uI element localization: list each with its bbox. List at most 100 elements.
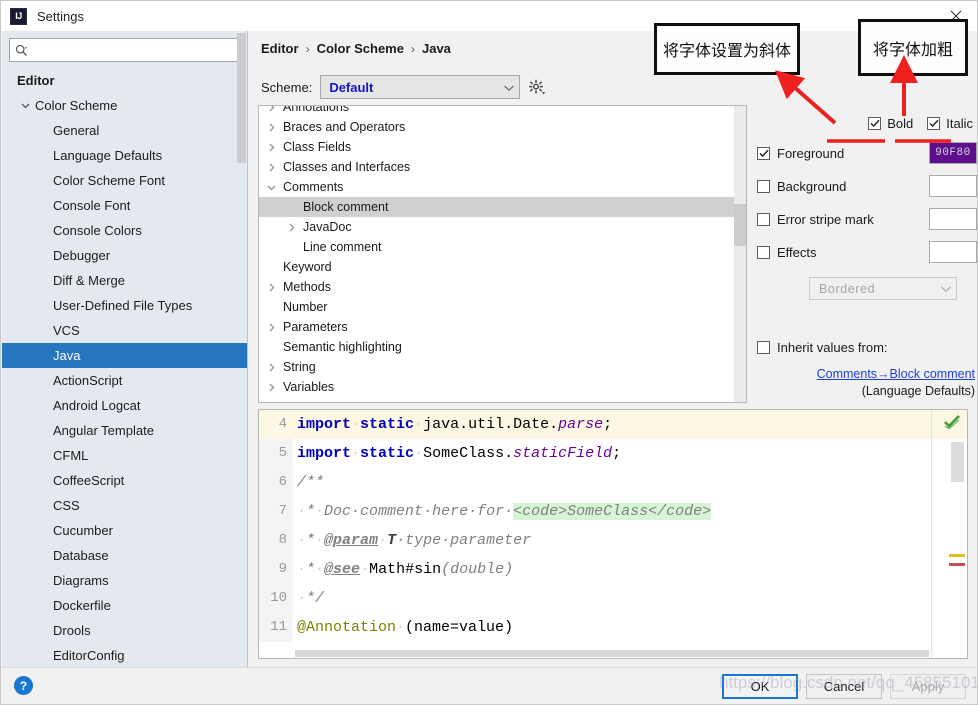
chevron-right-icon[interactable] [263,282,279,293]
error-stripe-error[interactable] [949,563,965,566]
editor-horizontal-scrollbar[interactable] [295,650,929,657]
attribute-row-block-comment[interactable]: Block comment [259,197,734,217]
chevron-right-icon[interactable] [263,142,279,153]
attribute-row-javadoc[interactable]: JavaDoc [259,217,734,237]
attribute-row-line-comment[interactable]: Line comment [259,237,734,257]
sidebar-item-vcs[interactable]: VCS [2,318,247,343]
code-token: java.util.Date. [423,416,559,433]
sidebar-item-color-scheme-font[interactable]: Color Scheme Font [2,168,247,193]
sidebar-item-user-defined-file-types[interactable]: User-Defined File Types [2,293,247,318]
attributes-scrollbar-track[interactable] [734,106,746,402]
option-row-effects: Effects [757,241,977,263]
attribute-row-variables[interactable]: Variables [259,377,734,397]
attribute-row-string[interactable]: String [259,357,734,377]
code-line[interactable]: 10 ·*/ [259,584,931,613]
code-token: · [414,445,424,462]
code-line[interactable]: 5 import·static·SomeClass.staticField; [259,439,931,468]
attribute-row-label: Variables [283,380,335,394]
sidebar-item-language-defaults[interactable]: Language Defaults [2,143,247,168]
code-line[interactable]: 7 ·*·Doc·comment·here·for·<code>SomeClass… [259,497,931,526]
sidebar-item-label: Console Font [53,198,131,213]
attribute-row-class-fields[interactable]: Class Fields [259,137,734,157]
sidebar-item-console-colors[interactable]: Console Colors [2,218,247,243]
attribute-row-classes-and-interfaces[interactable]: Classes and Interfaces [259,157,734,177]
error-stripe-warning[interactable] [949,554,965,557]
chevron-right-icon[interactable] [283,222,299,233]
attributes-scrollbar-thumb[interactable] [734,204,746,246]
attribute-row-comments[interactable]: Comments [259,177,734,197]
code-token: · [396,619,406,636]
sidebar-item-android-logcat[interactable]: Android Logcat [2,393,247,418]
sidebar-item-coffeescript[interactable]: CoffeeScript [2,468,247,493]
chevron-down-icon[interactable] [18,99,32,113]
sidebar-item-editorconfig[interactable]: EditorConfig [2,643,247,668]
attribute-row-parameters[interactable]: Parameters [259,317,734,337]
gear-icon[interactable] [528,79,546,96]
attribute-row-annotations[interactable]: Annotations [259,106,734,117]
sidebar-item-database[interactable]: Database [2,543,247,568]
code-line[interactable]: 9 ·*·@see·Math#sin(double) [259,555,931,584]
italic-checkbox[interactable]: Italic [927,116,973,131]
chevron-right-icon[interactable] [263,162,279,173]
chevron-down-icon[interactable] [263,182,279,193]
attribute-row-number[interactable]: Number [259,297,734,317]
effects-color-swatch[interactable] [929,241,977,263]
sidebar-item-angular-template[interactable]: Angular Template [2,418,247,443]
attribute-row-keyword[interactable]: Keyword [259,257,734,277]
inherit-source-link[interactable]: Comments→Block comment [817,367,975,381]
breadcrumb-item-java[interactable]: Java [422,41,451,56]
search-input[interactable] [28,40,239,60]
code-line[interactable]: 6/** [259,468,931,497]
foreground-color-swatch[interactable]: 90F80 [929,142,977,164]
sidebar-item-dockerfile[interactable]: Dockerfile [2,593,247,618]
effects-type-dropdown[interactable]: Bordered [809,277,957,300]
sidebar-item-diagrams[interactable]: Diagrams [2,568,247,593]
editor-scrollbar-thumb[interactable] [951,442,964,482]
sidebar-item-debugger[interactable]: Debugger [2,243,247,268]
sidebar-item-cucumber[interactable]: Cucumber [2,518,247,543]
inherit-values-checkbox[interactable]: Inherit values from: [757,340,977,355]
attribute-row-label: Class Fields [283,140,352,154]
sidebar-item-cfml[interactable]: CFML [2,443,247,468]
code-line[interactable]: 8 ·*·@param·T·type·parameter [259,526,931,555]
scheme-dropdown[interactable]: Default [320,75,521,99]
sidebar-item-color-scheme[interactable]: Color Scheme [2,93,247,118]
chevron-right-icon[interactable] [263,322,279,333]
sidebar-item-editor[interactable]: Editor [2,68,247,93]
chevron-right-icon[interactable] [263,106,279,113]
sidebar-item-java[interactable]: Java [2,343,247,368]
sidebar-item-general[interactable]: General [2,118,247,143]
chevron-right-icon[interactable] [263,382,279,393]
error-stripe-mark-checkbox[interactable]: Error stripe mark [757,212,929,227]
code-line[interactable]: 4 import·static·java.util.Date.parse; [259,410,931,439]
sidebar-item-console-font[interactable]: Console Font [2,193,247,218]
line-number: 6 [259,468,293,497]
foreground-checkbox[interactable]: Foreground [757,146,929,161]
help-icon[interactable]: ? [14,676,33,695]
inspection-ok-checkmark-icon[interactable] [944,415,961,434]
code-token: (name=value) [405,619,514,636]
attribute-row-methods[interactable]: Methods [259,277,734,297]
breadcrumb-item-editor[interactable]: Editor [261,41,299,56]
sidebar-item-diff-merge[interactable]: Diff & Merge [2,268,247,293]
sidebar-item-drools[interactable]: Drools [2,618,247,643]
error-stripe-mark-color-swatch[interactable] [929,208,977,230]
settings-content: Editor › Color Scheme › Java Scheme: Default [249,31,977,667]
bold-checkbox[interactable]: Bold [868,116,913,131]
callout-italic-note: 将字体设置为斜体 [654,23,800,75]
code-preview-editor[interactable]: 4 import·static·java.util.Date.parse; 5 imp… [259,410,931,658]
chevron-right-icon[interactable] [263,362,279,373]
sidebar-item-actionscript[interactable]: ActionScript [2,368,247,393]
attribute-row-semantic-highlighting[interactable]: Semantic highlighting [259,337,734,357]
code-line[interactable]: 11 @Annotation·(name=value) [259,613,931,642]
search-box[interactable] [9,38,240,62]
background-checkbox[interactable]: Background [757,179,929,194]
sidebar-item-css[interactable]: CSS [2,493,247,518]
attribute-row-braces-and-operators[interactable]: Braces and Operators [259,117,734,137]
background-color-swatch[interactable] [929,175,977,197]
breadcrumb-item-color-scheme[interactable]: Color Scheme [317,41,404,56]
effects-checkbox[interactable]: Effects [757,245,929,260]
sidebar-scrollbar-thumb[interactable] [237,33,246,163]
chevron-right-icon[interactable] [263,122,279,133]
